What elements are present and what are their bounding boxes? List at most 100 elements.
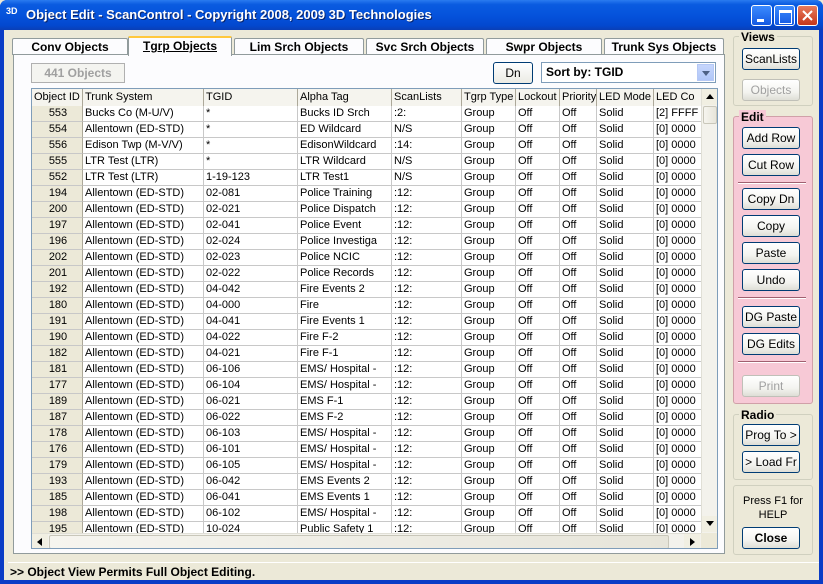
tab-svc-srch-objects[interactable]: Svc Srch Objects bbox=[366, 38, 484, 55]
cell-lockout[interactable]: Off bbox=[516, 234, 560, 250]
cell-tgid[interactable]: 1-19-123 bbox=[204, 170, 298, 186]
cell-scanlists[interactable]: :12: bbox=[392, 362, 462, 378]
cell-led-mode[interactable]: Solid bbox=[597, 298, 654, 314]
cell-object-id[interactable]: 185 bbox=[32, 490, 83, 506]
cell-trunk-system[interactable]: Allentown (ED-STD) bbox=[83, 234, 204, 250]
cell-tgid[interactable]: 04-000 bbox=[204, 298, 298, 314]
maximize-button[interactable] bbox=[774, 5, 795, 26]
app-icon[interactable]: 3D bbox=[6, 7, 22, 23]
cell-alpha-tag[interactable]: EdisonWildcard bbox=[298, 138, 392, 154]
cell-led-mode[interactable]: Solid bbox=[597, 218, 654, 234]
vertical-scroll-thumb[interactable] bbox=[703, 106, 717, 124]
cell-lockout[interactable]: Off bbox=[516, 186, 560, 202]
table-row[interactable]: 556 Edison Twp (M-V/V) * EdisonWildcard:14:… bbox=[32, 138, 717, 154]
cell-object-id[interactable]: 179 bbox=[32, 458, 83, 474]
cell-tgrp-type[interactable]: Group bbox=[462, 218, 516, 234]
cell-scanlists[interactable]: N/S bbox=[392, 170, 462, 186]
cell-priority[interactable]: Off bbox=[560, 186, 597, 202]
cell-lockout[interactable]: Off bbox=[516, 106, 560, 122]
cut-row-button[interactable]: Cut Row bbox=[742, 154, 800, 176]
cell-tgrp-type[interactable]: Group bbox=[462, 442, 516, 458]
cell-priority[interactable]: Off bbox=[560, 426, 597, 442]
cell-tgrp-type[interactable]: Group bbox=[462, 202, 516, 218]
object-grid[interactable]: Object ID Trunk System TGID Alpha Tag ScanLi… bbox=[31, 88, 718, 549]
cell-object-id[interactable]: 182 bbox=[32, 346, 83, 362]
cell-alpha-tag[interactable]: Fire F-1 bbox=[298, 346, 392, 362]
cell-priority[interactable]: Off bbox=[560, 442, 597, 458]
cell-lockout[interactable]: Off bbox=[516, 410, 560, 426]
minimize-button[interactable] bbox=[751, 5, 772, 26]
table-row[interactable]: 202 Allentown (ED-STD) 02-023 Police NCIC:1… bbox=[32, 250, 717, 266]
tab-lim-srch-objects[interactable]: Lim Srch Objects bbox=[234, 38, 364, 55]
cell-led-mode[interactable]: Solid bbox=[597, 138, 654, 154]
cell-led-mode[interactable]: Solid bbox=[597, 346, 654, 362]
cell-tgid[interactable]: 02-023 bbox=[204, 250, 298, 266]
cell-trunk-system[interactable]: Allentown (ED-STD) bbox=[83, 266, 204, 282]
cell-tgrp-type[interactable]: Group bbox=[462, 330, 516, 346]
cell-scanlists[interactable]: :12: bbox=[392, 474, 462, 490]
cell-scanlists[interactable]: :12: bbox=[392, 506, 462, 522]
cell-priority[interactable]: Off bbox=[560, 474, 597, 490]
cell-tgid[interactable]: 04-022 bbox=[204, 330, 298, 346]
column-header-trunk-system[interactable]: Trunk System bbox=[83, 89, 204, 106]
cell-lockout[interactable]: Off bbox=[516, 170, 560, 186]
cell-priority[interactable]: Off bbox=[560, 218, 597, 234]
cell-tgrp-type[interactable]: Group bbox=[462, 378, 516, 394]
cell-tgrp-type[interactable]: Group bbox=[462, 298, 516, 314]
cell-priority[interactable]: Off bbox=[560, 298, 597, 314]
cell-trunk-system[interactable]: Allentown (ED-STD) bbox=[83, 442, 204, 458]
add-row-button[interactable]: Add Row bbox=[742, 127, 800, 149]
cell-tgrp-type[interactable]: Group bbox=[462, 122, 516, 138]
cell-led-mode[interactable]: Solid bbox=[597, 394, 654, 410]
scroll-left-button[interactable] bbox=[32, 534, 48, 548]
cell-led-mode[interactable]: Solid bbox=[597, 506, 654, 522]
column-header-object-id[interactable]: Object ID bbox=[32, 89, 83, 106]
cell-lockout[interactable]: Off bbox=[516, 346, 560, 362]
cell-led-mode[interactable]: Solid bbox=[597, 106, 654, 122]
cell-lockout[interactable]: Off bbox=[516, 122, 560, 138]
cell-object-id[interactable]: 176 bbox=[32, 442, 83, 458]
cell-tgrp-type[interactable]: Group bbox=[462, 186, 516, 202]
horizontal-scroll-thumb[interactable] bbox=[49, 535, 669, 548]
cell-tgid[interactable]: 04-042 bbox=[204, 282, 298, 298]
cell-trunk-system[interactable]: Allentown (ED-STD) bbox=[83, 394, 204, 410]
cell-alpha-tag[interactable]: EMS/ Hospital - bbox=[298, 426, 392, 442]
cell-object-id[interactable]: 198 bbox=[32, 506, 83, 522]
cell-alpha-tag[interactable]: Police Records bbox=[298, 266, 392, 282]
cell-trunk-system[interactable]: Allentown (ED-STD) bbox=[83, 298, 204, 314]
dg-edits-button[interactable]: DG Edits bbox=[742, 333, 800, 355]
cell-tgid[interactable]: 06-103 bbox=[204, 426, 298, 442]
cell-tgid[interactable]: 06-102 bbox=[204, 506, 298, 522]
table-row[interactable]: 180 Allentown (ED-STD) 04-000 Fire:12: Group… bbox=[32, 298, 717, 314]
cell-lockout[interactable]: Off bbox=[516, 426, 560, 442]
cell-scanlists[interactable]: :12: bbox=[392, 458, 462, 474]
table-row[interactable]: 201 Allentown (ED-STD) 02-022 Police Record… bbox=[32, 266, 717, 282]
cell-tgid[interactable]: 02-022 bbox=[204, 266, 298, 282]
table-row[interactable]: 179 Allentown (ED-STD) 06-105 EMS/ Hospital… bbox=[32, 458, 717, 474]
cell-scanlists[interactable]: :14: bbox=[392, 138, 462, 154]
cell-scanlists[interactable]: :12: bbox=[392, 250, 462, 266]
cell-tgid[interactable]: 06-022 bbox=[204, 410, 298, 426]
cell-lockout[interactable]: Off bbox=[516, 442, 560, 458]
cell-led-mode[interactable]: Solid bbox=[597, 458, 654, 474]
cell-tgid[interactable]: 06-041 bbox=[204, 490, 298, 506]
cell-object-id[interactable]: 197 bbox=[32, 218, 83, 234]
cell-trunk-system[interactable]: Allentown (ED-STD) bbox=[83, 506, 204, 522]
cell-tgid[interactable]: 06-101 bbox=[204, 442, 298, 458]
cell-scanlists[interactable]: :12: bbox=[392, 218, 462, 234]
cell-object-id[interactable]: 178 bbox=[32, 426, 83, 442]
table-row[interactable]: 554 Allentown (ED-STD) * ED Wildcard N/S Grou… bbox=[32, 122, 717, 138]
cell-tgid[interactable]: * bbox=[204, 138, 298, 154]
cell-led-mode[interactable]: Solid bbox=[597, 314, 654, 330]
cell-priority[interactable]: Off bbox=[560, 410, 597, 426]
cell-tgid[interactable]: * bbox=[204, 154, 298, 170]
scroll-up-button[interactable] bbox=[702, 89, 717, 105]
cell-alpha-tag[interactable]: Fire Events 2 bbox=[298, 282, 392, 298]
table-row[interactable]: 196 Allentown (ED-STD) 02-024 Police Invest… bbox=[32, 234, 717, 250]
cell-scanlists[interactable]: :12: bbox=[392, 378, 462, 394]
table-row[interactable]: 178 Allentown (ED-STD) 06-103 EMS/ Hospital… bbox=[32, 426, 717, 442]
cell-tgrp-type[interactable]: Group bbox=[462, 250, 516, 266]
cell-scanlists[interactable]: :2: bbox=[392, 106, 462, 122]
cell-scanlists[interactable]: :12: bbox=[392, 186, 462, 202]
cell-tgrp-type[interactable]: Group bbox=[462, 410, 516, 426]
